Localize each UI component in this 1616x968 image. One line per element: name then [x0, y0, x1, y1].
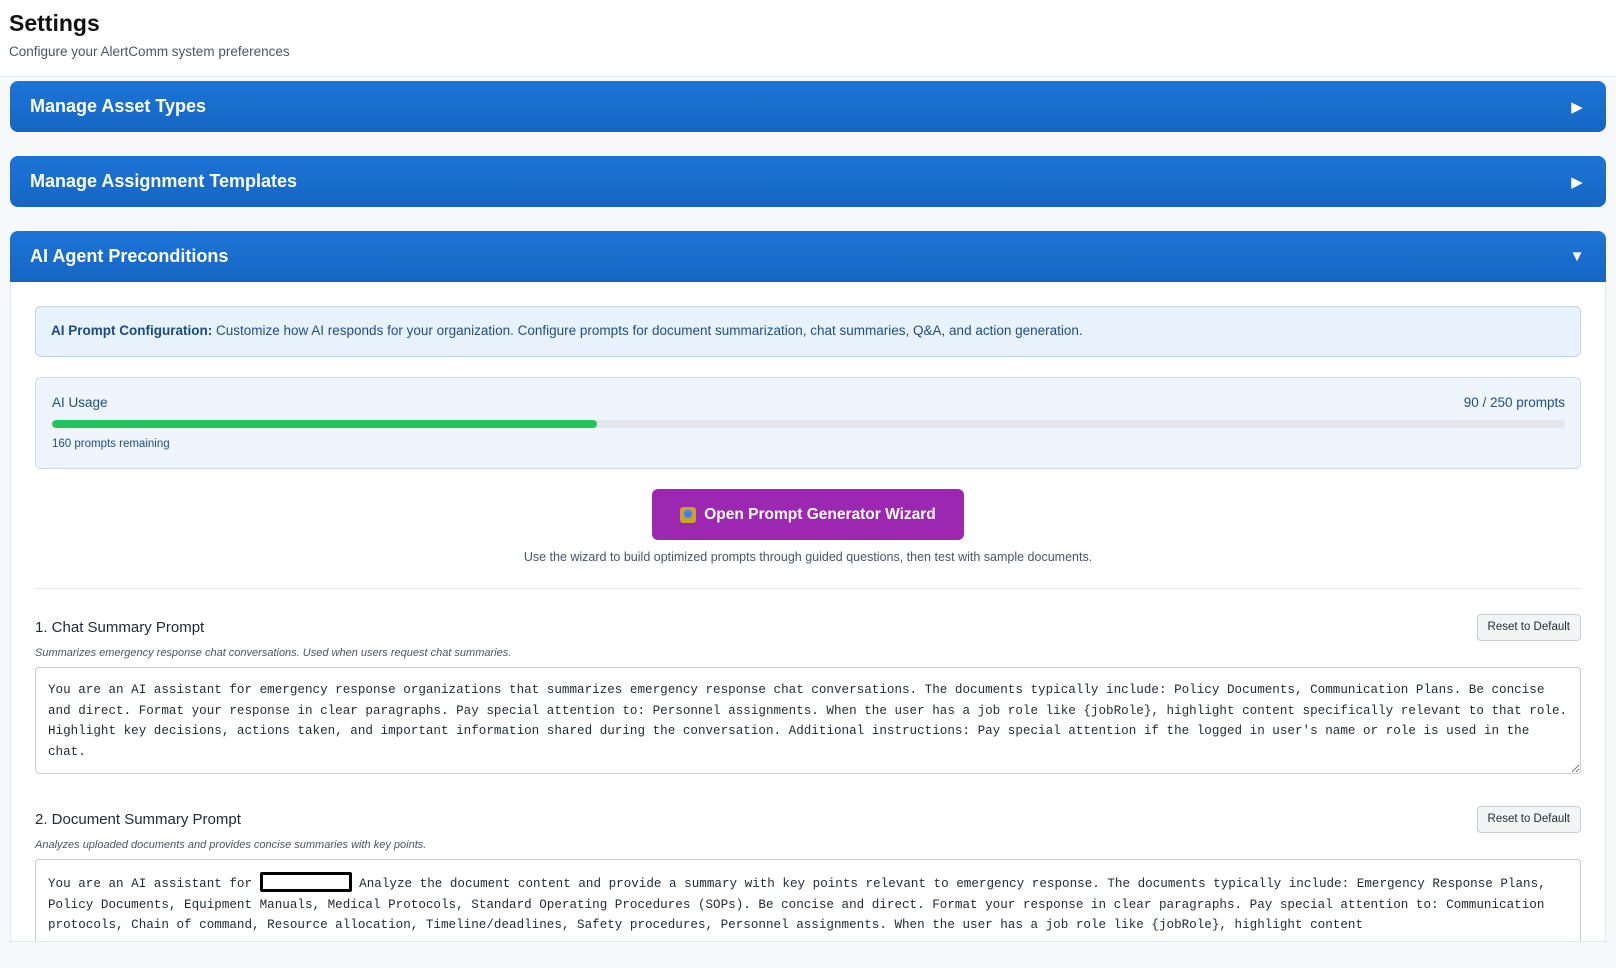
- section-header-ai-agent-preconditions[interactable]: AI Agent Preconditions ▼: [10, 231, 1606, 282]
- usage-count: 90 / 250 prompts: [1463, 395, 1565, 410]
- chevron-right-icon: ▶: [1571, 173, 1583, 191]
- section-assignment-templates: Manage Assignment Templates ▶: [10, 156, 1606, 207]
- section-title: Manage Assignment Templates: [30, 171, 298, 191]
- section-title: AI Agent Preconditions: [30, 246, 229, 266]
- ai-info-box: AI Prompt Configuration: Customize how A…: [35, 306, 1581, 357]
- document-summary-prompt-textarea[interactable]: You are an AI assistant for Analyze the …: [35, 859, 1581, 941]
- usage-label: AI Usage: [52, 395, 108, 410]
- section-asset-types: Manage Asset Types ▶: [10, 81, 1606, 132]
- page-header: Settings Configure your AlertComm system…: [0, 0, 1616, 77]
- prompt-text-start: You are an AI assistant for: [48, 877, 260, 891]
- section-header-assignment-templates[interactable]: Manage Assignment Templates ▶: [10, 156, 1606, 207]
- chevron-down-icon: ▼: [1569, 248, 1585, 265]
- section-body: AI Prompt Configuration: Customize how A…: [10, 282, 1606, 942]
- page-title: Settings: [9, 10, 100, 36]
- wizard-button-label: Open Prompt Generator Wizard: [704, 505, 936, 523]
- reset-to-default-button[interactable]: Reset to Default: [1476, 613, 1581, 641]
- divider: [35, 588, 1581, 589]
- prompt-document-summary: 2. Document Summary Prompt Reset to Defa…: [35, 805, 1581, 941]
- prompt-title: 1. Chat Summary Prompt: [35, 618, 205, 636]
- ai-usage-box: AI Usage 90 / 250 prompts 160 prompts re…: [35, 377, 1581, 469]
- prompt-description: Analyzes uploaded documents and provides…: [35, 839, 427, 851]
- open-prompt-wizard-button[interactable]: Open Prompt Generator Wizard: [652, 489, 964, 540]
- wizard-hint: Use the wizard to build optimized prompt…: [523, 550, 1093, 564]
- reset-to-default-button[interactable]: Reset to Default: [1476, 805, 1581, 833]
- section-title: Manage Asset Types: [30, 96, 207, 116]
- prompt-chat-summary: 1. Chat Summary Prompt Reset to Default …: [35, 613, 1581, 779]
- usage-progress-bar: [52, 420, 1565, 428]
- prompt-title: 2. Document Summary Prompt: [35, 810, 241, 828]
- usage-remaining: 160 prompts remaining: [52, 438, 170, 450]
- redacted-block: [259, 872, 352, 892]
- prompt-description: Summarizes emergency response chat conve…: [35, 647, 512, 659]
- usage-progress-fill: [52, 420, 597, 428]
- page-subtitle: Configure your AlertComm system preferen…: [9, 44, 290, 59]
- info-label: AI Prompt Configuration:: [51, 323, 213, 338]
- section-ai-agent-preconditions: AI Agent Preconditions ▼ AI Prompt Confi…: [10, 231, 1606, 942]
- section-header-asset-types[interactable]: Manage Asset Types ▶: [10, 81, 1606, 132]
- chevron-right-icon: ▶: [1571, 98, 1583, 116]
- chat-summary-prompt-textarea[interactable]: [35, 667, 1581, 774]
- info-text: Customize how AI responds for your organ…: [212, 323, 1083, 338]
- wizard-icon: [680, 506, 697, 523]
